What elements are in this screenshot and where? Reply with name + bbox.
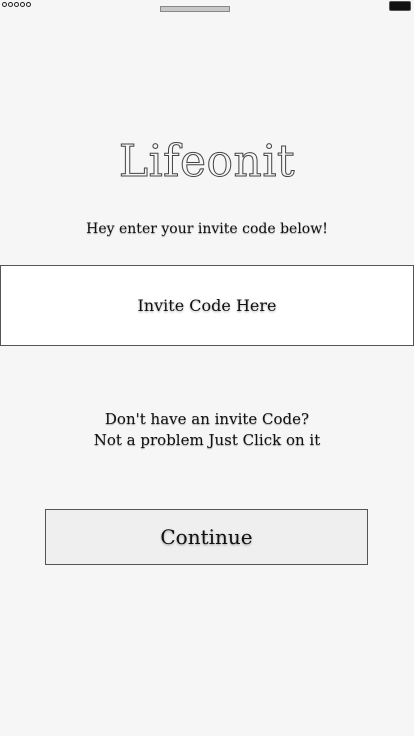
battery-icon [389,1,411,11]
signal-dots-icon [2,2,31,7]
invite-prompt: Hey enter your invite code below! [86,221,328,237]
invite-code-input[interactable] [1,266,413,345]
status-bar [0,0,414,14]
no-invite-link[interactable]: Don't have an invite Code? Not a problem… [0,409,414,451]
no-invite-line-1: Don't have an invite Code? [104,410,310,428]
no-invite-line-2: Not a problem Just Click on it [93,431,321,449]
app-logo: Lifeonit [118,136,296,188]
continue-button[interactable]: Continue [45,509,368,565]
invite-code-field-container [0,265,414,346]
speaker-notch [160,6,230,12]
